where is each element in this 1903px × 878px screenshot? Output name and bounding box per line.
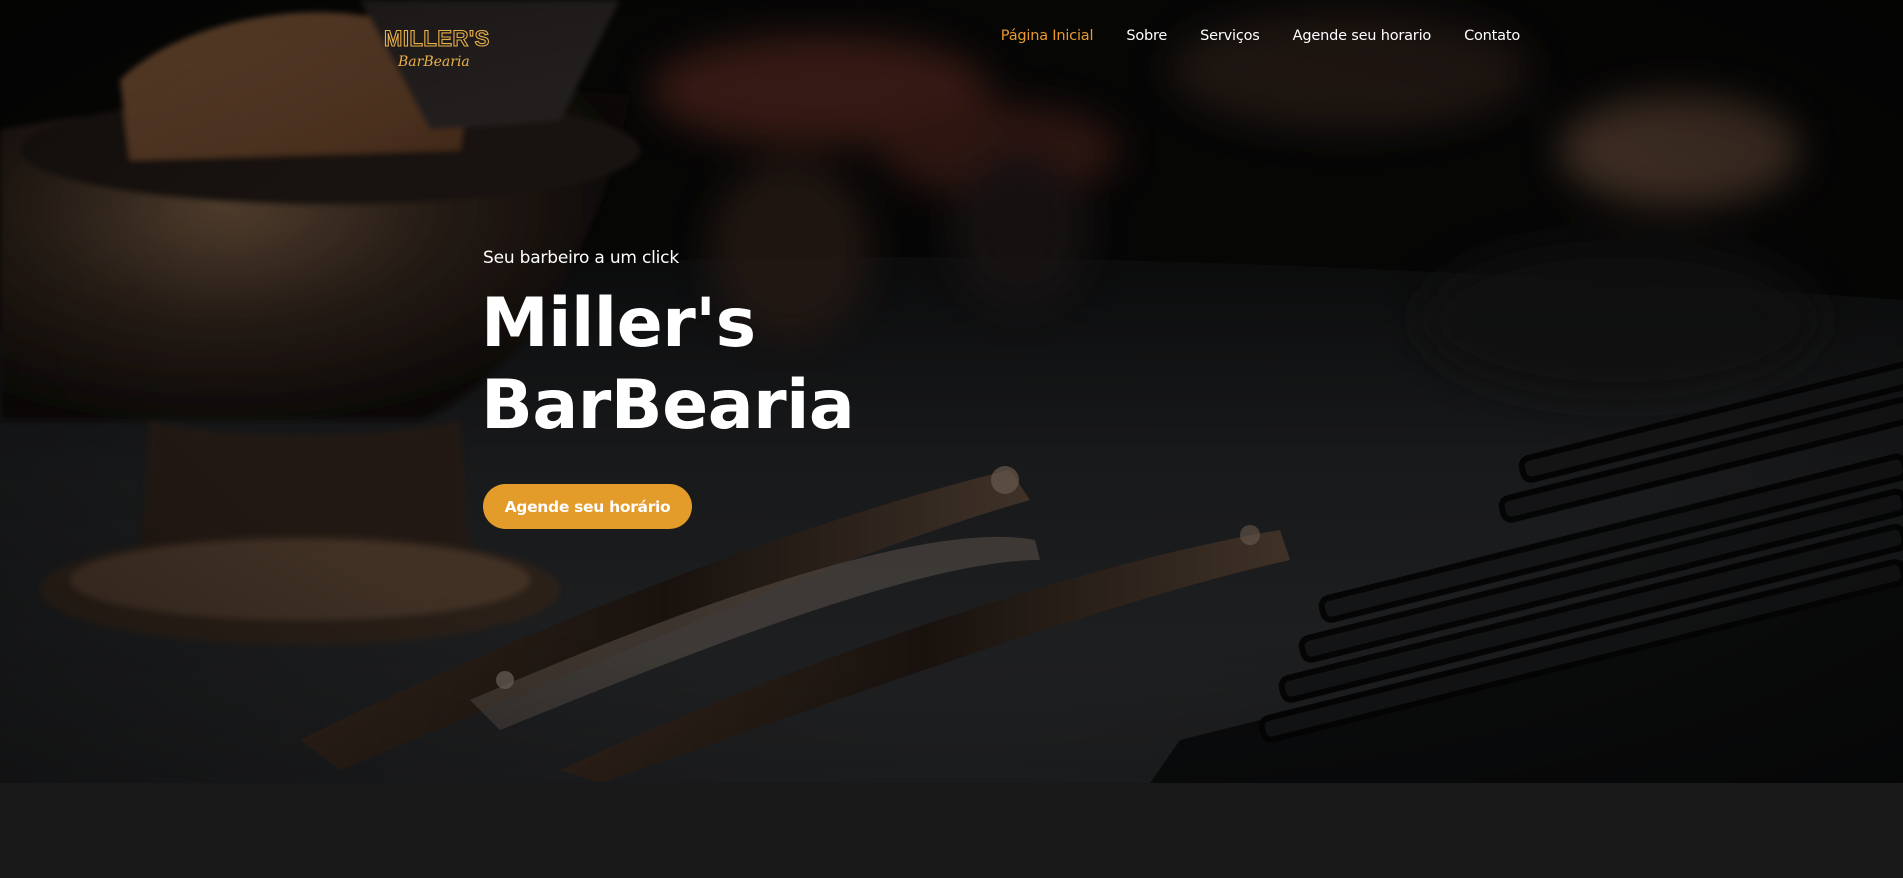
hero-title-line2: BarBearia — [481, 366, 855, 445]
logo-line2: BarBearia — [397, 54, 470, 70]
nav-link-booking[interactable]: Agende seu horario — [1293, 28, 1432, 50]
main-nav: Página Inicial Sobre Serviços Agende seu… — [1000, 28, 1520, 50]
nav-link-about[interactable]: Sobre — [1126, 28, 1167, 50]
hero-title-line1: Miller's — [481, 284, 756, 363]
hero-tagline: Seu barbeiro a um click — [483, 248, 679, 268]
book-appointment-button[interactable]: Agende seu horário — [483, 484, 692, 529]
hero-title: Miller's BarBearia — [481, 283, 1081, 447]
nav-link-services[interactable]: Serviços — [1200, 28, 1260, 50]
barbershop-logo-icon[interactable]: MILLER'S BarBearia — [380, 24, 490, 74]
nav-link-contact[interactable]: Contato — [1464, 28, 1520, 50]
hero-section: MILLER'S BarBearia Página Inicial Sobre … — [0, 0, 1903, 783]
nav-link-home[interactable]: Página Inicial — [1001, 28, 1094, 50]
logo-line1: MILLER'S — [384, 26, 490, 51]
next-section — [0, 783, 1903, 878]
